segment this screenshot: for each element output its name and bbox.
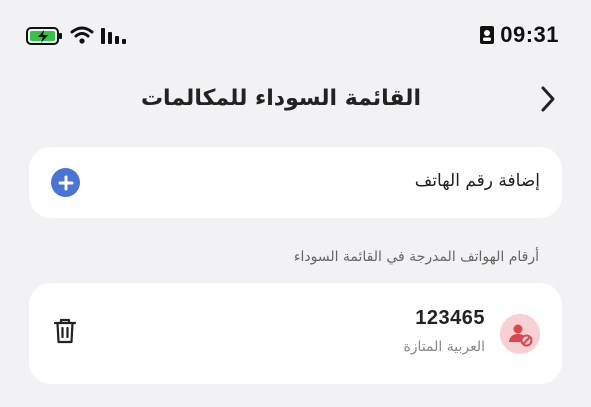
battery-charging-icon <box>26 27 64 49</box>
back-button[interactable] <box>533 84 563 118</box>
delete-button[interactable] <box>50 317 80 349</box>
page-title: القائمة السوداء للمكالمات <box>140 86 421 111</box>
contact-card-icon <box>479 25 495 49</box>
header: القائمة السوداء للمكالمات <box>0 78 591 122</box>
phone-label: العربية المتازة <box>403 339 485 355</box>
add-phone-button[interactable]: إضافة رقم الهاتف <box>29 147 562 218</box>
phone-number: 123465 <box>415 307 485 329</box>
blocked-user-icon <box>500 314 540 354</box>
chevron-right-icon <box>538 84 558 118</box>
plus-circle-icon <box>51 168 80 197</box>
blocked-list: 123465 العربية المتازة <box>29 283 562 384</box>
signal-icon <box>100 26 128 50</box>
trash-icon <box>53 317 77 349</box>
status-time: 09:31 <box>500 22 559 47</box>
status-bar: 09:31 <box>0 0 591 70</box>
add-phone-label: إضافة رقم الهاتف <box>414 171 540 191</box>
section-label: أرقام الهواتف المدرجة في القائمة السوداء <box>293 249 539 265</box>
wifi-icon <box>70 25 94 49</box>
